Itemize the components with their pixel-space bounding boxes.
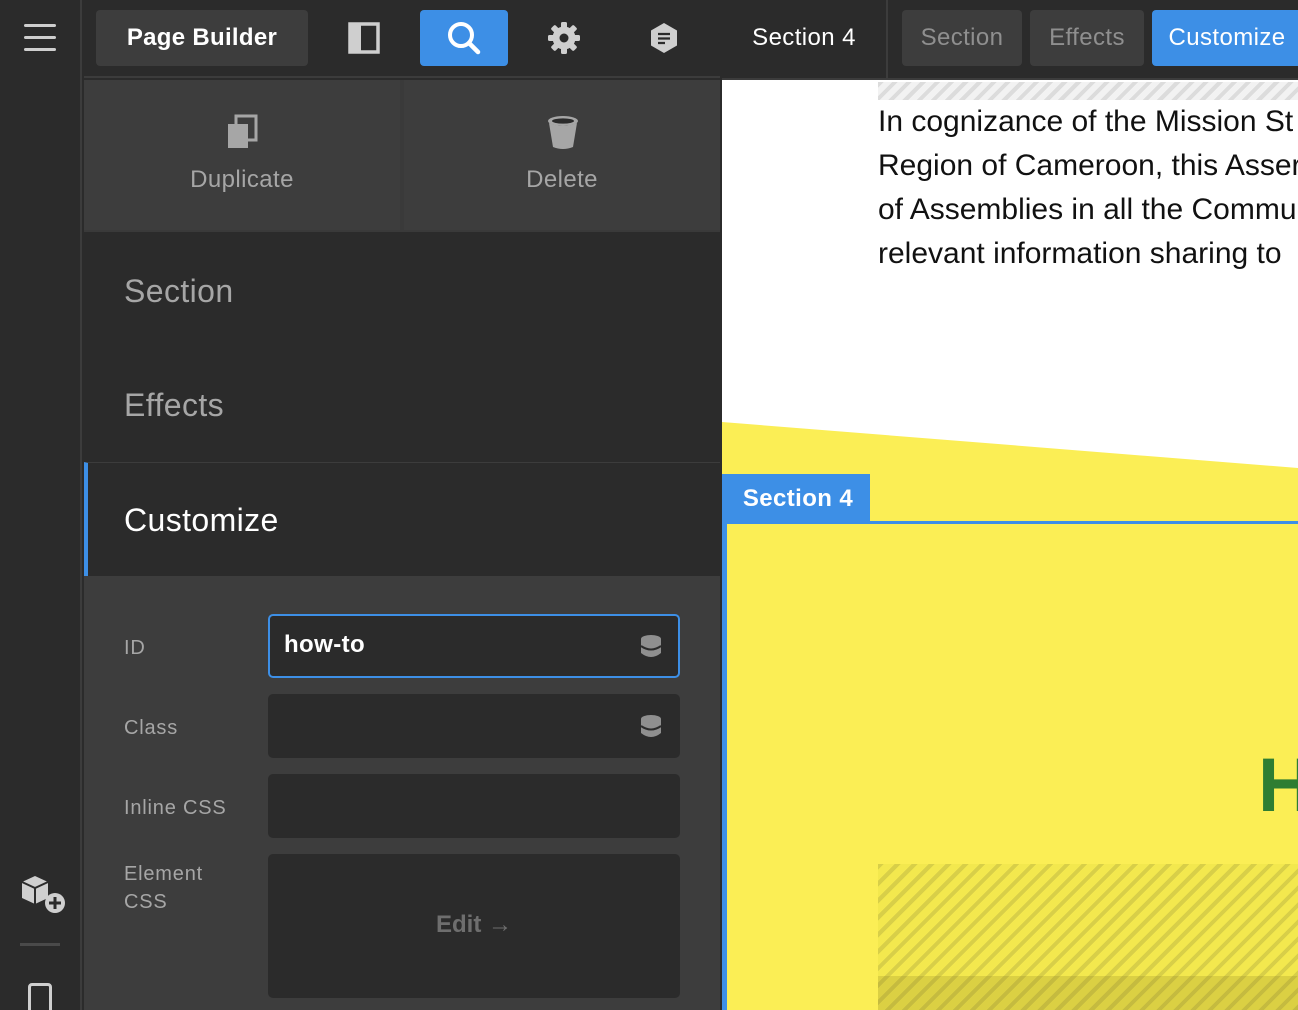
hamburger-menu-icon[interactable] <box>24 22 56 54</box>
panel-toolbar: Page Builder <box>84 0 720 78</box>
add-element-icon[interactable] <box>18 872 68 916</box>
delete-label: Delete <box>526 166 598 193</box>
inline-css-label: Inline CSS <box>124 797 227 819</box>
layout-panel-icon[interactable] <box>320 10 408 66</box>
element-header: Section 4 Section Effects Customize <box>722 0 1298 80</box>
class-label: Class <box>124 717 179 739</box>
settings-menu: Section Effects Customize <box>84 234 720 576</box>
duplicate-label: Duplicate <box>190 166 294 193</box>
settings-gear-icon[interactable] <box>520 10 608 66</box>
page-canvas: In cognizance of the Mission St Region o… <box>722 80 1298 1010</box>
element-css-label-line1: Element <box>124 863 203 885</box>
placeholder-shade <box>878 976 1298 1010</box>
id-label: ID <box>124 637 146 659</box>
inline-css-field[interactable] <box>268 774 680 838</box>
tab-customize[interactable]: Customize <box>1152 10 1298 66</box>
database-icon[interactable] <box>640 714 662 738</box>
mobile-preview-icon[interactable] <box>28 983 52 1010</box>
left-rail <box>0 0 82 1010</box>
element-actions: Duplicate Delete <box>84 80 720 232</box>
tab-section[interactable]: Section <box>902 10 1022 66</box>
edit-css-link[interactable]: Edit → <box>268 911 680 939</box>
class-field[interactable] <box>268 694 680 758</box>
id-field-value: how-to <box>284 631 366 658</box>
search-icon[interactable] <box>420 10 508 66</box>
rail-divider <box>20 943 60 946</box>
delete-button[interactable]: Delete <box>404 80 720 230</box>
customize-form: ID how-to Class Inline CSS Element CSS E… <box>84 576 720 1010</box>
database-icon[interactable] <box>640 634 662 658</box>
menu-item-effects[interactable]: Effects <box>84 348 720 462</box>
element-css-label-line2: CSS <box>124 891 168 913</box>
breadcrumb-current: Section 4 <box>722 0 888 78</box>
section-heading[interactable]: H <box>1258 748 1298 824</box>
notes-icon[interactable] <box>620 10 708 66</box>
page-builder-button[interactable]: Page Builder <box>96 10 308 66</box>
trash-icon <box>548 116 578 149</box>
menu-item-customize[interactable]: Customize <box>84 462 720 576</box>
menu-item-section[interactable]: Section <box>84 234 720 348</box>
duplicate-icon <box>228 114 258 148</box>
element-css-editor[interactable]: Edit → <box>268 854 680 998</box>
duplicate-button[interactable]: Duplicate <box>84 80 400 230</box>
section-selection-edge <box>722 474 727 1010</box>
placeholder-hatch-bottom[interactable] <box>878 864 1298 1010</box>
tab-effects[interactable]: Effects <box>1030 10 1144 66</box>
section-4-label[interactable]: Section 4 <box>726 474 870 522</box>
id-field[interactable]: how-to <box>268 614 680 678</box>
